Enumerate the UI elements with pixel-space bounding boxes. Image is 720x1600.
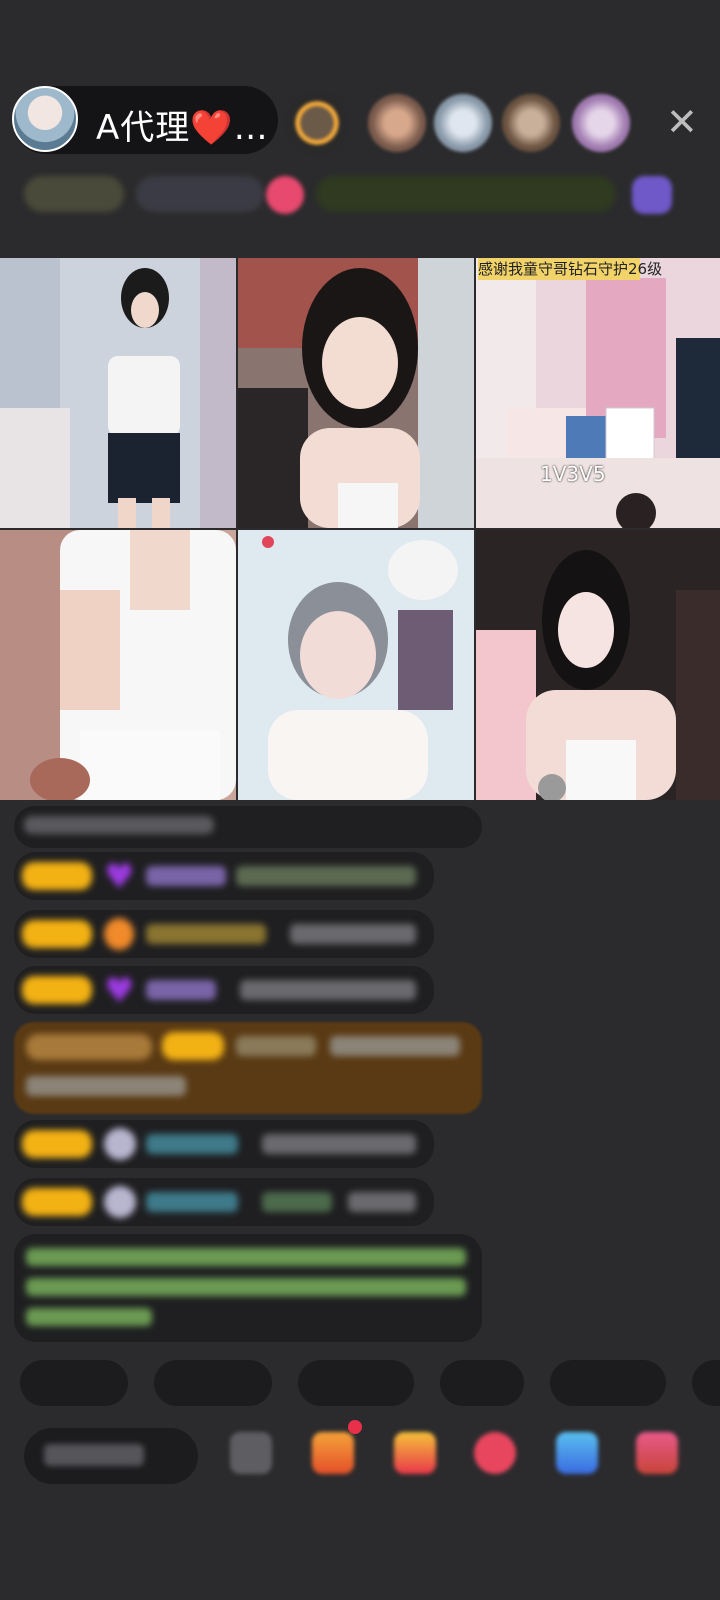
chat-text	[330, 1036, 460, 1056]
top-viewer-avatar-1[interactable]	[288, 94, 346, 152]
announcement-text-line2	[26, 1278, 466, 1296]
hot-tag[interactable]	[136, 176, 264, 212]
top-viewer-avatar-5[interactable]	[572, 94, 630, 152]
quick-reply-chip[interactable]	[154, 1360, 272, 1406]
chat-text	[240, 980, 416, 1000]
chat-username[interactable]	[146, 1192, 238, 1212]
top-viewer-avatar-3[interactable]	[434, 94, 492, 152]
video-tile-3[interactable]	[476, 258, 720, 528]
level-badge	[22, 920, 92, 948]
chat-username[interactable]	[146, 866, 226, 886]
video-tile-1[interactable]	[0, 258, 236, 528]
chat-text	[236, 866, 416, 886]
share-icon[interactable]	[230, 1432, 272, 1474]
purple-heart-icon: ♥	[104, 971, 135, 1011]
host-avatar[interactable]	[12, 86, 78, 152]
fan-badge-icon	[104, 918, 134, 950]
video-tile-4[interactable]	[0, 530, 236, 800]
system-message-text	[24, 816, 214, 834]
chat-username[interactable]	[236, 1036, 316, 1056]
chat-username[interactable]	[146, 924, 266, 944]
quick-reply-chip[interactable]	[20, 1360, 128, 1406]
host-name[interactable]: A代理❤️…	[96, 100, 269, 149]
system-message	[14, 806, 482, 848]
notification-dot	[348, 1420, 362, 1434]
level-badge	[22, 1188, 92, 1216]
video-tile-6[interactable]	[476, 530, 720, 800]
vip-badge	[26, 1034, 152, 1060]
purple-heart-icon: ♥	[104, 857, 135, 897]
shop-icon[interactable]	[394, 1432, 436, 1474]
close-icon[interactable]: ✕	[666, 100, 698, 144]
rank-tag[interactable]	[24, 176, 124, 212]
chat-text	[348, 1192, 416, 1212]
quick-reply-chip[interactable]	[550, 1360, 666, 1406]
tile-caption: 感谢我童守哥钻石守护26级	[478, 258, 663, 280]
top-viewer-avatar-4[interactable]	[502, 94, 560, 152]
hot-icon	[266, 176, 304, 214]
video-tile-2[interactable]	[238, 258, 474, 528]
gift-icon[interactable]	[312, 1432, 354, 1474]
level-badge	[22, 976, 92, 1004]
chat-text	[262, 1134, 416, 1154]
activity-icon[interactable]	[632, 176, 672, 214]
chat-text	[262, 1192, 332, 1212]
user-avatar-icon	[104, 1186, 136, 1218]
level-badge	[22, 862, 92, 890]
battle-score: 1V3V5	[540, 462, 606, 486]
top-viewer-avatar-2[interactable]	[368, 94, 426, 152]
quick-reply-chip-partial[interactable]	[692, 1360, 720, 1406]
announcement-text	[26, 1248, 466, 1266]
chat-text	[290, 924, 416, 944]
chat-username[interactable]	[146, 980, 216, 1000]
announcement-text-line3	[26, 1308, 152, 1326]
chat-input-placeholder	[44, 1444, 144, 1466]
scroll-notice	[316, 176, 616, 212]
more-icon[interactable]	[636, 1432, 678, 1474]
user-avatar-icon	[104, 1128, 136, 1160]
level-badge	[22, 1130, 92, 1158]
chat-text-line2	[26, 1076, 186, 1096]
quick-reply-chip[interactable]	[440, 1360, 524, 1406]
chat-username[interactable]	[146, 1134, 238, 1154]
level-badge	[162, 1032, 224, 1060]
quick-reply-chip[interactable]	[298, 1360, 414, 1406]
heart-icon[interactable]	[474, 1432, 516, 1474]
video-tile-5[interactable]	[238, 530, 474, 800]
game-icon[interactable]	[556, 1432, 598, 1474]
